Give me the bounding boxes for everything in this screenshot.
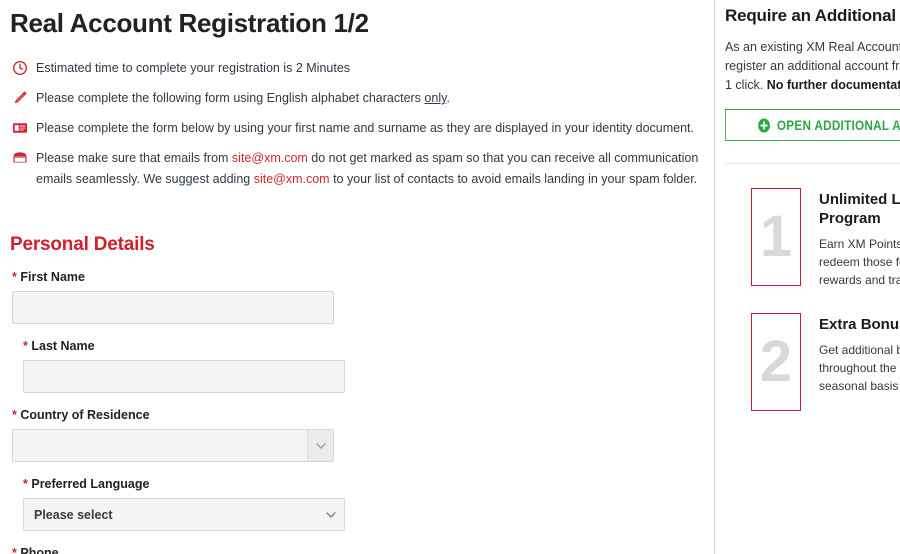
email-link[interactable]: site@xm.com: [232, 151, 308, 165]
benefit-description: Earn XM Points and redeem those for cash…: [819, 237, 900, 287]
email-link[interactable]: site@xm.com: [254, 172, 330, 186]
required-marker: *: [12, 546, 17, 554]
label-first-name: * First Name: [12, 270, 360, 284]
field-country-of-residence: * Country of Residence: [10, 408, 360, 462]
label-last-name: * Last Name: [23, 339, 371, 353]
field-phone: * Phone: [10, 546, 360, 554]
field-preferred-language: * Preferred Language Please select: [21, 477, 371, 531]
field-last-name: * Last Name: [21, 339, 371, 393]
open-additional-account-button[interactable]: Open Additional Account: [725, 109, 900, 141]
last-name-input[interactable]: [23, 360, 345, 393]
notice-estimated-time: Estimated time to complete your registra…: [10, 58, 700, 79]
notice-email-whitelist: Please make sure that emails from site@x…: [10, 148, 700, 190]
field-first-name: * First Name: [10, 270, 360, 324]
label-text: Phone: [20, 546, 59, 554]
notice-identity-document: Please complete the form below by using …: [10, 118, 700, 139]
section-title-personal-details: Personal Details: [10, 234, 155, 255]
label-preferred-language: * Preferred Language: [23, 477, 371, 491]
notice-emphasis: only: [424, 91, 447, 105]
benefit-body: Unlimited Loyalty Program Earn XM Points…: [819, 188, 900, 289]
benefit-description: Get additional bonuses throughout the ye…: [819, 343, 900, 393]
sidebar-title: Require an Additional Account?: [725, 6, 900, 25]
required-marker: *: [12, 270, 17, 284]
sidebar-paragraph: As an existing XM Real Account holder yo…: [725, 38, 900, 95]
benefit-title: Unlimited Loyalty Program: [819, 191, 900, 227]
label-country-of-residence: * Country of Residence: [12, 408, 360, 422]
personal-details-form: * First Name * Last Name * Country of Re…: [10, 270, 700, 554]
label-text: Last Name: [31, 339, 95, 353]
benefit-number-badge: 2: [751, 313, 801, 411]
label-text: First Name: [20, 270, 85, 284]
label-phone: * Phone: [12, 546, 360, 554]
notice-text: to your list of contacts to avoid emails…: [329, 172, 698, 186]
clock-icon: [12, 60, 28, 76]
required-marker: *: [23, 339, 28, 353]
preferred-language-value: Please select: [34, 507, 113, 522]
sidebar-paragraph-bold: No further documentation is required.: [766, 78, 900, 92]
preferred-language-select[interactable]: Please select: [23, 498, 345, 531]
notice-list: Estimated time to complete your registra…: [10, 58, 700, 190]
required-marker: *: [23, 477, 28, 491]
sidebar-additional-account: Require an Additional Account? As an exi…: [714, 0, 900, 554]
registration-page: Real Account Registration 1/2 Estimated …: [0, 0, 900, 554]
pencil-icon: [12, 90, 28, 106]
envelope-icon: [12, 150, 28, 166]
label-text: Preferred Language: [31, 477, 150, 491]
notice-english-characters: Please complete the following form using…: [10, 88, 700, 109]
benefit-body: Extra Bonuses Get additional bonuses thr…: [819, 313, 900, 395]
main-content: Real Account Registration 1/2 Estimated …: [0, 0, 714, 554]
notice-text: Please complete the form below by using …: [36, 121, 694, 135]
plus-circle-icon: [758, 118, 771, 133]
notice-text-tail: .: [446, 91, 450, 105]
open-additional-account-label: Open Additional Account: [776, 117, 900, 133]
notice-text: Estimated time to complete your registra…: [36, 61, 351, 75]
required-marker: *: [12, 408, 17, 422]
chevron-down-icon[interactable]: [318, 499, 344, 530]
page-title: Real Account Registration 1/2: [10, 8, 369, 38]
benefit-item: 2 Extra Bonuses Get additional bonuses t…: [725, 313, 900, 411]
label-text: Country of Residence: [20, 408, 150, 422]
benefit-title: Extra Bonuses: [819, 316, 900, 333]
chevron-down-icon[interactable]: [307, 430, 333, 461]
benefit-number-badge: 1: [751, 188, 801, 286]
benefit-item: 1 Unlimited Loyalty Program Earn XM Poin…: [725, 188, 900, 289]
country-of-residence-select[interactable]: [12, 429, 334, 462]
first-name-input[interactable]: [12, 291, 334, 324]
notice-text: Please make sure that emails from: [36, 151, 232, 165]
notice-text: Please complete the following form using…: [36, 91, 425, 105]
sidebar-divider: [725, 163, 900, 164]
id-card-icon: [12, 120, 28, 136]
